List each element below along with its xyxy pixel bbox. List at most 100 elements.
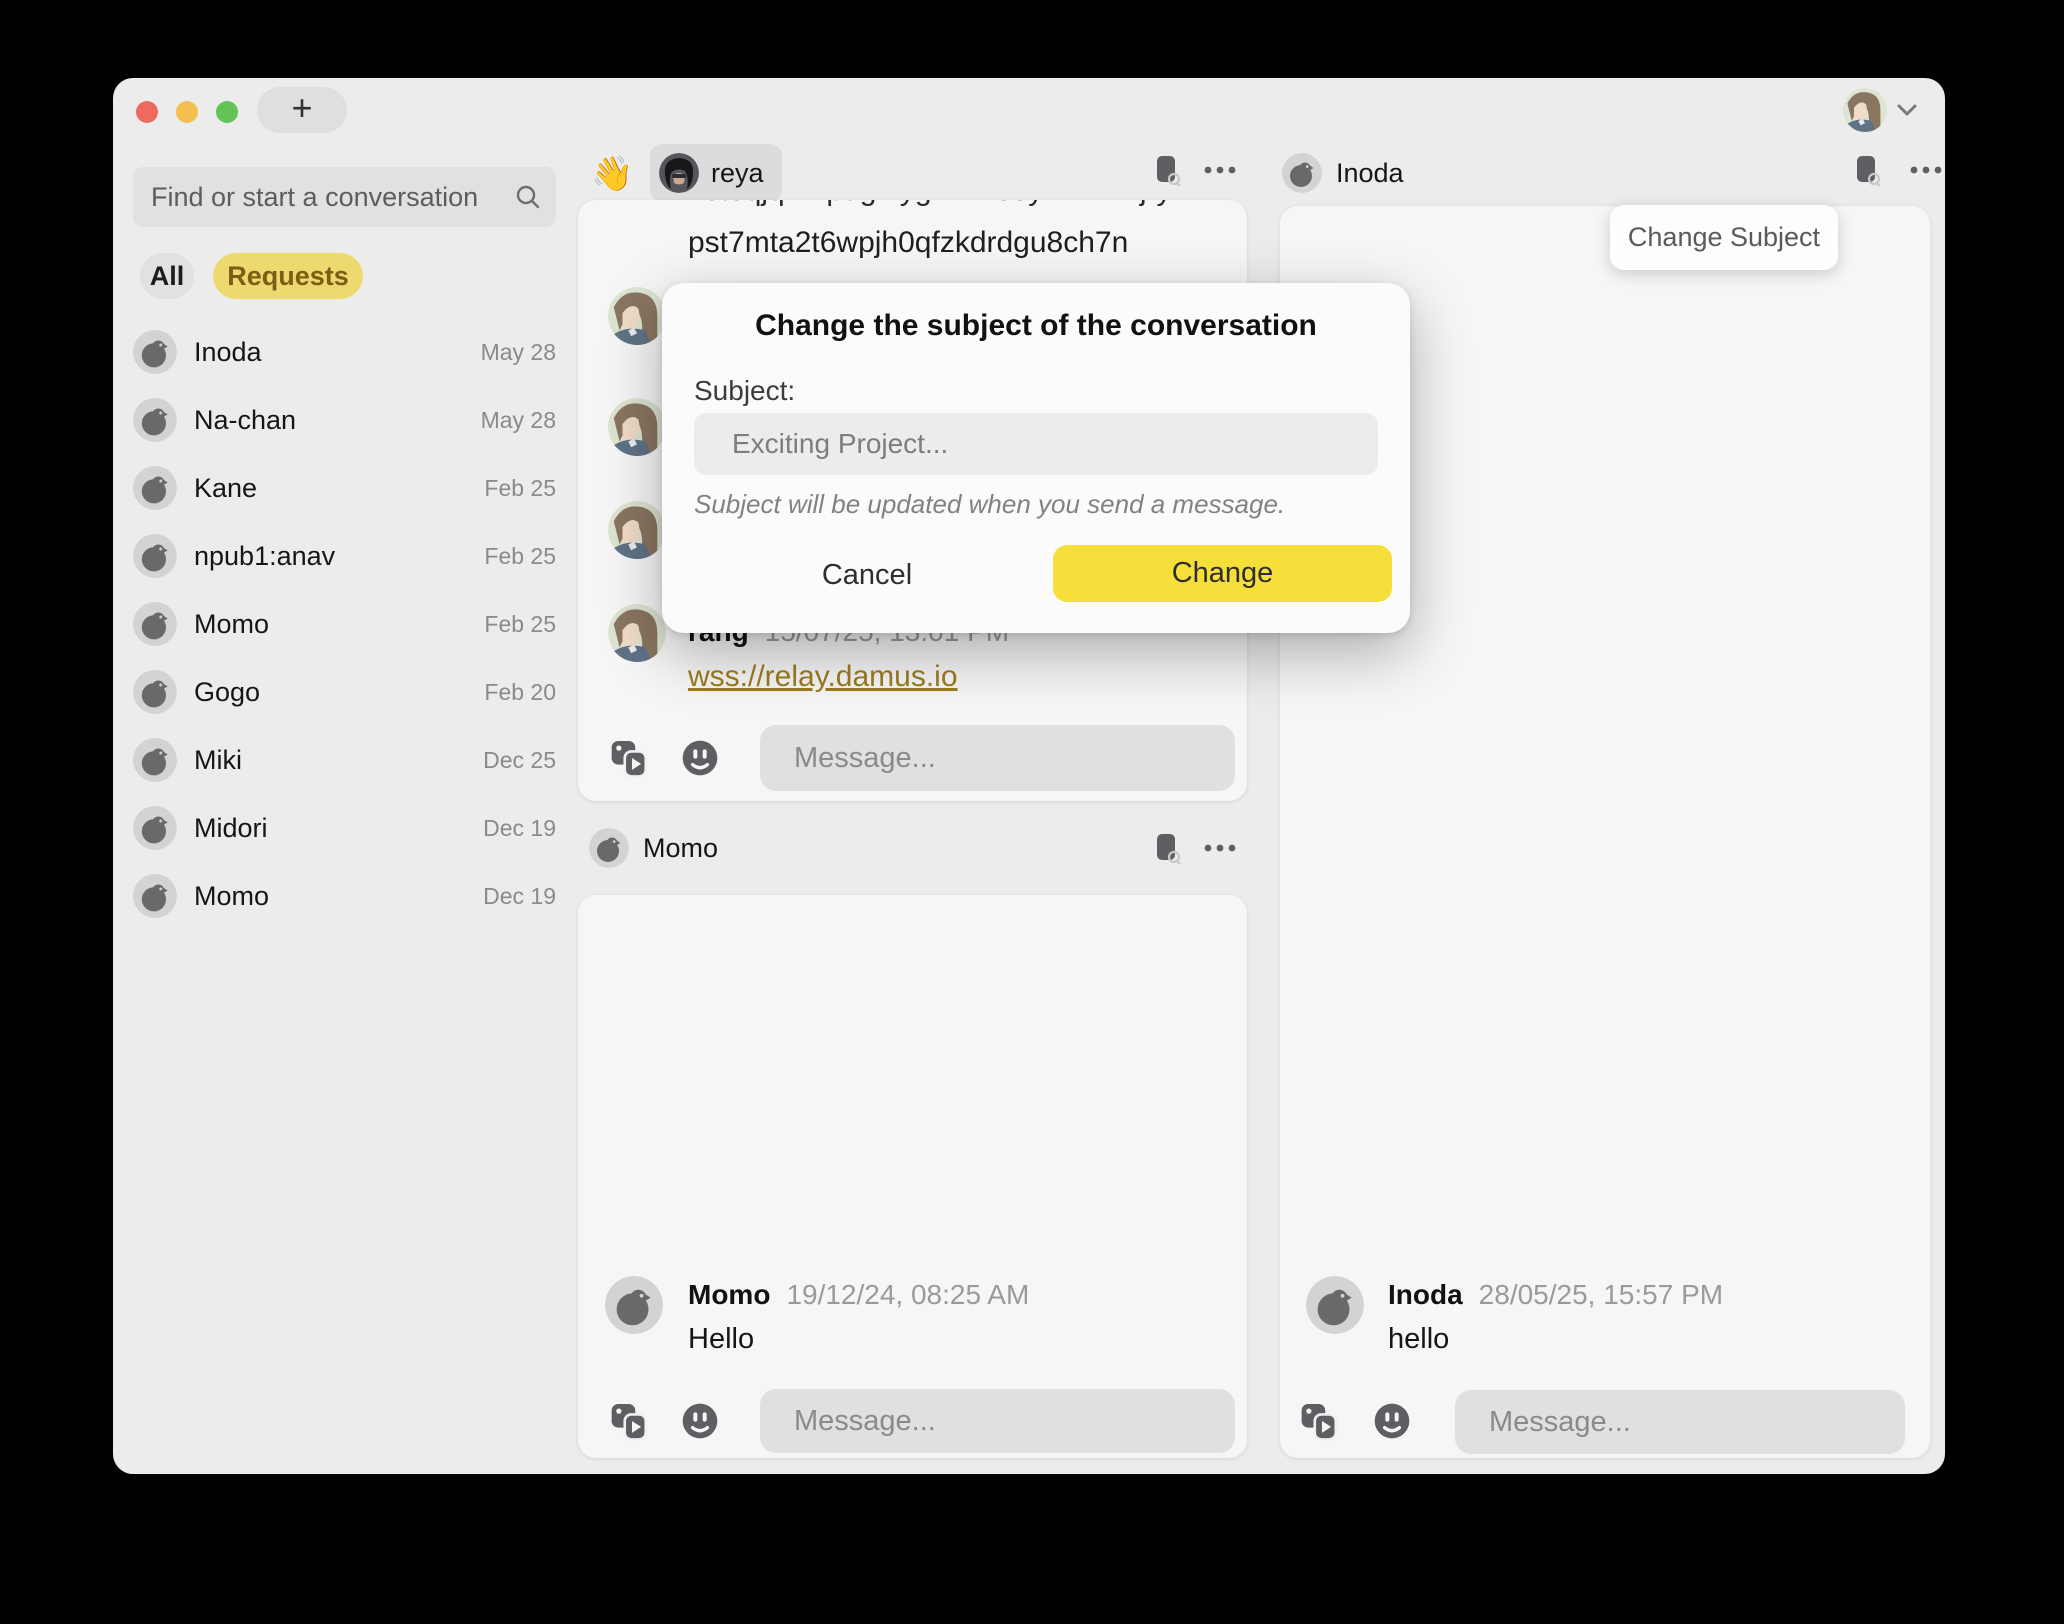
conversation-list-item[interactable]: Kane Feb 25 <box>133 454 556 522</box>
wave-emoji: 👋 <box>591 154 633 194</box>
contact-avatar <box>133 874 177 918</box>
chat-menu-button[interactable] <box>1198 826 1242 870</box>
attach-media-button[interactable] <box>608 736 652 780</box>
filter-all-tab[interactable]: All <box>140 253 194 299</box>
emoji-button[interactable] <box>678 736 722 780</box>
change-subject-button[interactable] <box>1145 148 1189 192</box>
contact-avatar <box>133 466 177 510</box>
ellipsis-icon <box>1204 166 1236 174</box>
contact-avatar <box>133 806 177 850</box>
change-button[interactable]: Change <box>1053 545 1392 602</box>
contact-name: npub1:anav <box>194 541 335 572</box>
conversation-date: Feb 20 <box>484 679 556 706</box>
contact-name: Miki <box>194 745 242 776</box>
zoom-window-button[interactable] <box>216 101 238 123</box>
change-subject-button[interactable] <box>1845 148 1889 192</box>
smiley-icon <box>680 1401 720 1441</box>
message-input[interactable] <box>792 741 1215 776</box>
close-window-button[interactable] <box>136 101 158 123</box>
chat-peer-name: Inoda <box>1336 158 1404 189</box>
app-window: + All Requests In <box>113 78 1945 1474</box>
clipped-npub-line: k3t3qjq4mpdg2lygh4wf33ykzkvvwjry <box>688 200 1172 208</box>
smiley-icon <box>680 738 720 778</box>
plus-icon: + <box>291 90 312 126</box>
chat-menu-button[interactable] <box>1904 148 1945 192</box>
conversation-date: Dec 25 <box>483 747 556 774</box>
change-subject-button[interactable] <box>1145 826 1189 870</box>
conversation-list-item[interactable]: Momo Feb 25 <box>133 590 556 658</box>
dialog-title: Change the subject of the conversation <box>662 309 1410 343</box>
contact-name: Gogo <box>194 677 260 708</box>
attach-media-button[interactable] <box>1298 1399 1342 1443</box>
subject-note: Subject will be updated when you send a … <box>694 489 1285 520</box>
attach-media-button[interactable] <box>608 1399 652 1443</box>
message-input[interactable] <box>1487 1405 1885 1440</box>
contact-avatar <box>133 330 177 374</box>
conversation-list-item[interactable]: Momo Dec 19 <box>133 862 556 930</box>
contact-name: Inoda <box>194 337 262 368</box>
conversation-list: Inoda May 28 Na-chan May 28 Kane <box>133 318 556 930</box>
subject-input-pill[interactable] <box>694 413 1378 475</box>
chevron-down-icon <box>1895 102 1919 118</box>
message-header: Momo 19/12/24, 08:25 AM <box>688 1279 1029 1311</box>
conversation-date: May 28 <box>481 339 556 366</box>
message-input-pill[interactable] <box>760 725 1235 791</box>
contact-avatar <box>133 602 177 646</box>
emoji-button[interactable] <box>1370 1399 1414 1443</box>
subject-input[interactable] <box>730 427 1354 461</box>
conversation-list-item[interactable]: npub1:anav Feb 25 <box>133 522 556 590</box>
conversation-date: Feb 25 <box>484 543 556 570</box>
message-sender: Inoda <box>1388 1279 1463 1311</box>
contact-avatar <box>133 398 177 442</box>
profile-menu[interactable] <box>1843 88 1919 132</box>
search-input[interactable] <box>149 181 514 214</box>
message-header: Inoda 28/05/25, 15:57 PM <box>1388 1279 1723 1311</box>
inoda-avatar <box>1282 153 1322 193</box>
message-input[interactable] <box>792 1404 1215 1439</box>
message-input-pill[interactable] <box>760 1389 1235 1453</box>
npub-line: pst7mta2t6wpjh0qfzkdrdgu8ch7n <box>688 226 1128 260</box>
minimize-window-button[interactable] <box>176 101 198 123</box>
note-pencil-icon <box>1152 832 1182 864</box>
conversation-date: Dec 19 <box>483 815 556 842</box>
media-icon <box>610 1400 650 1442</box>
message-timestamp: 28/05/25, 15:57 PM <box>1479 1279 1723 1311</box>
change-subject-tooltip: Change Subject <box>1610 205 1838 270</box>
change-subject-dialog: Change the subject of the conversation S… <box>662 283 1410 633</box>
media-icon <box>1300 1400 1340 1442</box>
contact-avatar <box>133 534 177 578</box>
note-pencil-icon <box>1152 154 1182 186</box>
cancel-button[interactable]: Cancel <box>782 549 952 601</box>
message-avatar <box>608 398 666 456</box>
conversation-list-item[interactable]: Na-chan May 28 <box>133 386 556 454</box>
chat-menu-button[interactable] <box>1198 148 1242 192</box>
contact-name: Momo <box>194 881 269 912</box>
chat-peer-pill-reya[interactable]: reya <box>650 144 782 202</box>
filter-requests-label: Requests <box>227 261 349 292</box>
momo-avatar <box>589 828 629 868</box>
message-avatar <box>605 1276 663 1334</box>
chat-peer-name: reya <box>711 158 764 189</box>
message-avatar <box>608 501 666 559</box>
search-icon <box>514 183 542 211</box>
message-avatar <box>1306 1276 1364 1334</box>
contact-name: Midori <box>194 813 268 844</box>
emoji-button[interactable] <box>678 1399 722 1443</box>
note-pencil-icon <box>1852 154 1882 186</box>
smiley-icon <box>1372 1401 1412 1441</box>
search-conversation-field[interactable] <box>133 167 556 227</box>
contact-avatar <box>133 738 177 782</box>
conversation-list-item[interactable]: Gogo Feb 20 <box>133 658 556 726</box>
message-input-pill[interactable] <box>1455 1390 1905 1454</box>
chat-peer-name: Momo <box>643 833 718 864</box>
filter-requests-tab[interactable]: Requests <box>213 253 363 299</box>
conversation-list-item[interactable]: Inoda May 28 <box>133 318 556 386</box>
ellipsis-icon <box>1910 166 1942 174</box>
user-avatar <box>1843 88 1887 132</box>
message-text: Hello <box>688 1323 754 1356</box>
ellipsis-icon <box>1204 844 1236 852</box>
new-chat-button[interactable]: + <box>257 87 347 133</box>
conversation-list-item[interactable]: Miki Dec 25 <box>133 726 556 794</box>
relay-link[interactable]: wss://relay.damus.io <box>688 660 958 694</box>
conversation-list-item[interactable]: Midori Dec 19 <box>133 794 556 862</box>
